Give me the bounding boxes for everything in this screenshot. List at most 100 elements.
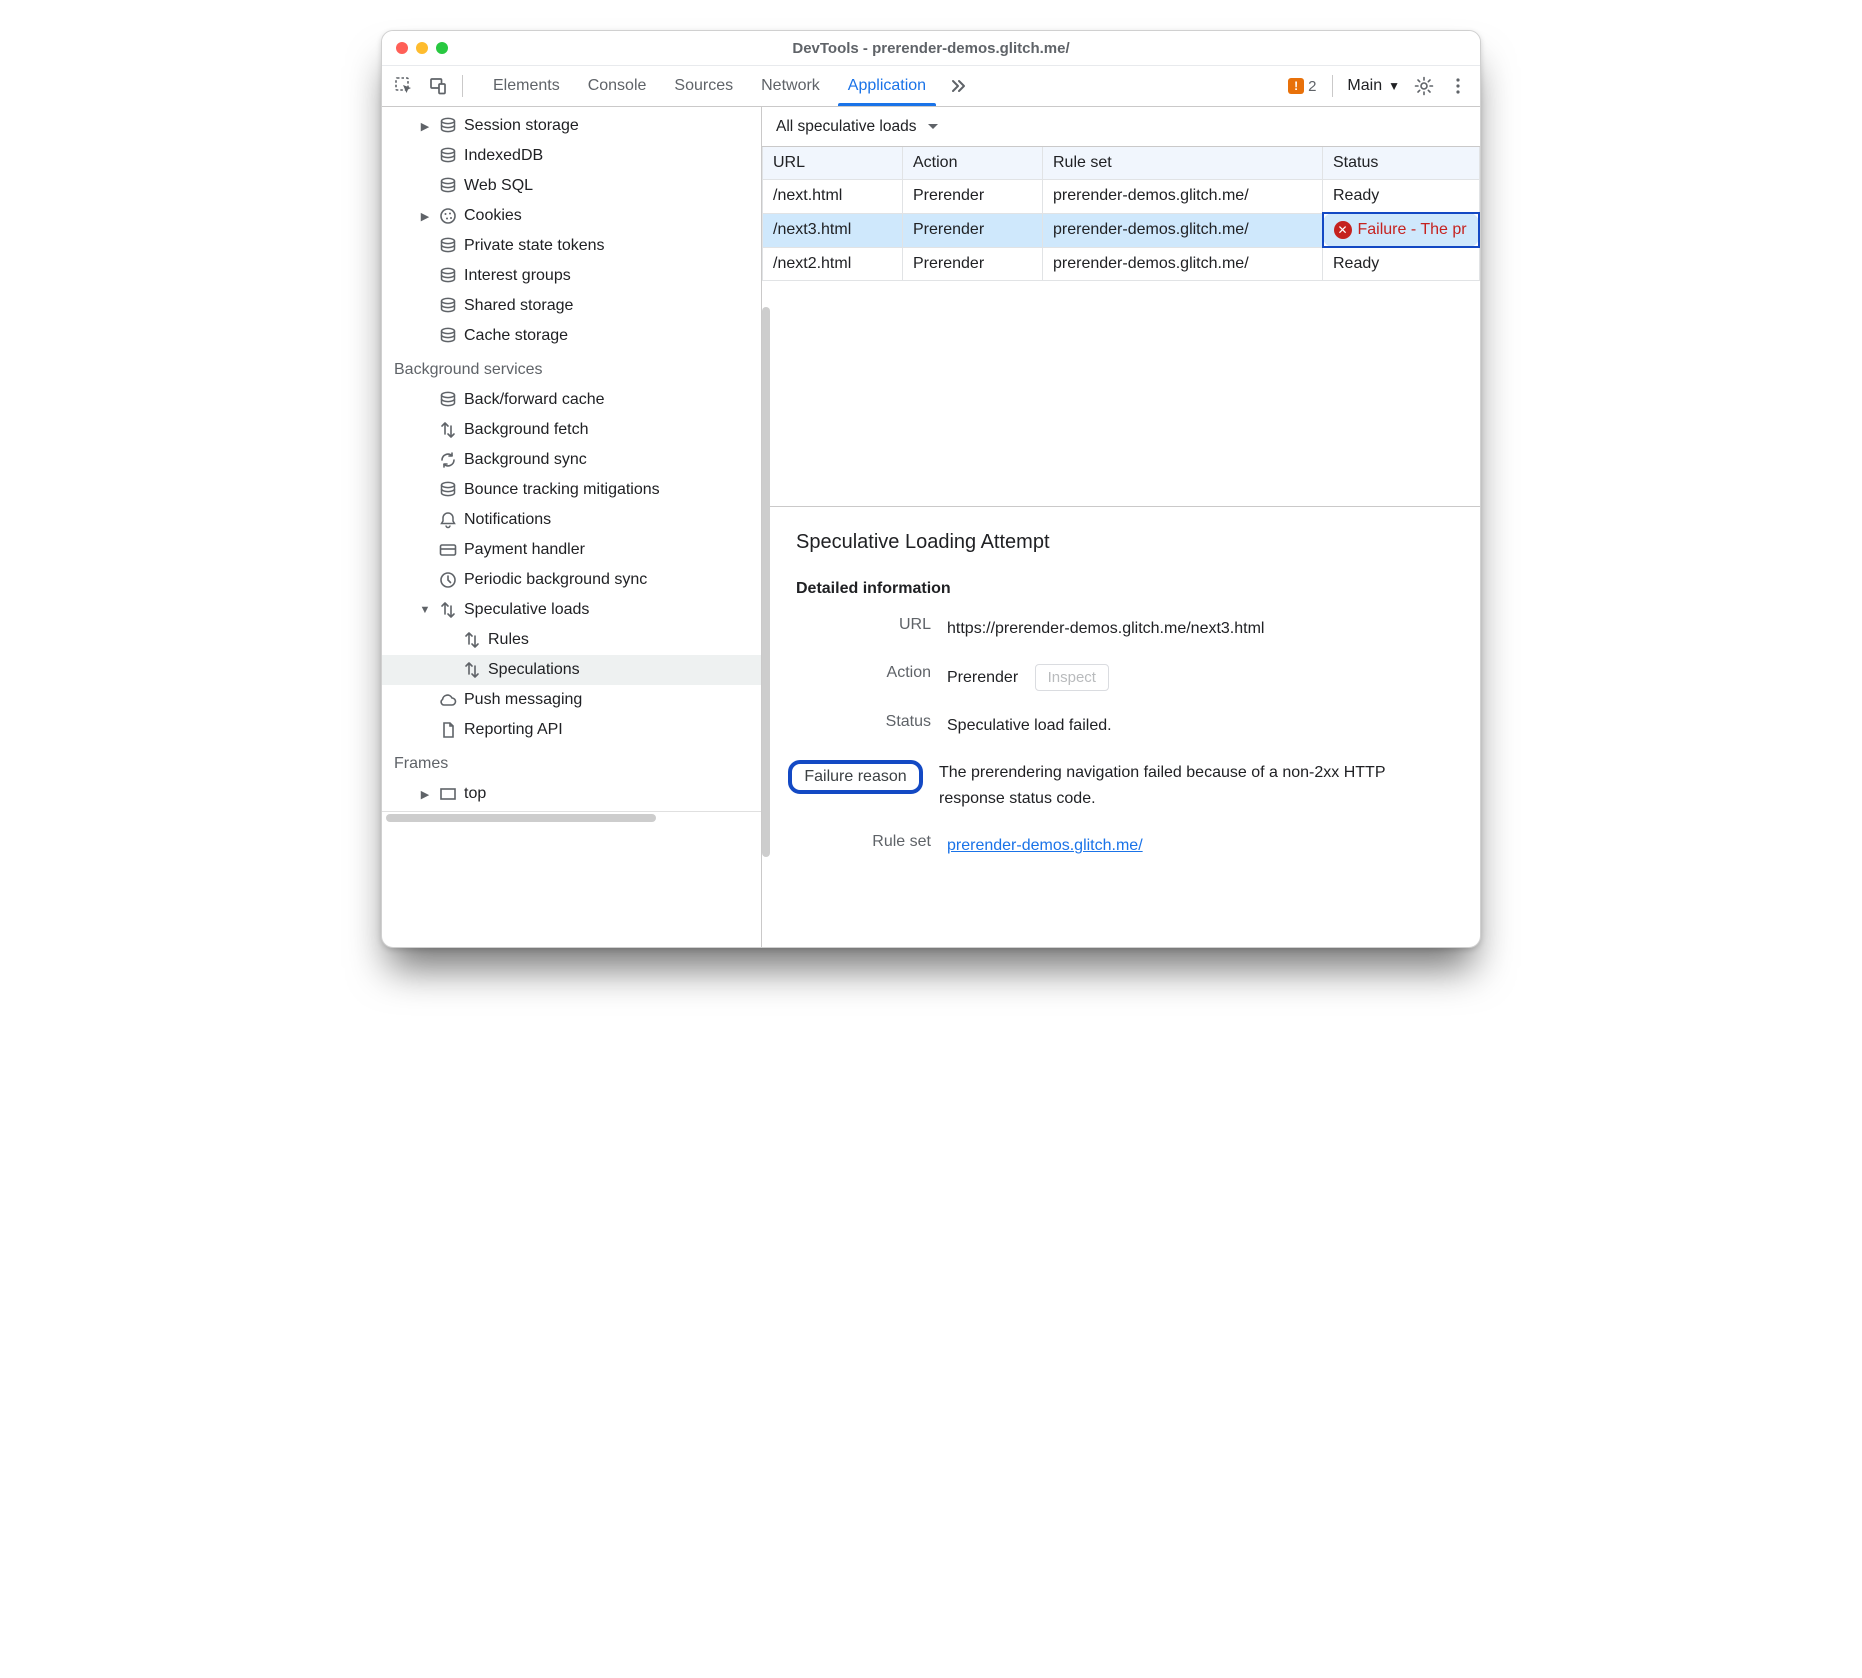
devtools-window: DevTools - prerender-demos.glitch.me/ El… <box>381 30 1481 948</box>
sidebar-item-label: Interest groups <box>464 267 571 285</box>
detail-failure-value: The prerendering navigation failed becau… <box>939 760 1452 811</box>
cell-status: ✕Failure - The pr <box>1323 213 1480 247</box>
sidebar-item-label: Periodic background sync <box>464 571 647 589</box>
frame-icon <box>438 784 458 804</box>
card-icon <box>438 540 458 560</box>
db-icon <box>438 176 458 196</box>
tab-sources[interactable]: Sources <box>660 66 747 106</box>
db-icon <box>438 480 458 500</box>
chevron-down-icon: ▼ <box>1388 79 1400 93</box>
column-header-status[interactable]: Status <box>1323 147 1480 180</box>
sidebar-item-session-storage[interactable]: ▶Session storage <box>382 111 761 141</box>
column-header-rule-set[interactable]: Rule set <box>1043 147 1323 180</box>
cell-ruleset: prerender-demos.glitch.me/ <box>1043 213 1323 247</box>
chevron-down-icon <box>924 118 942 136</box>
tab-application[interactable]: Application <box>834 66 940 106</box>
sidebar-item-payment-handler[interactable]: Payment handler <box>382 535 761 565</box>
sidebar-item-speculations[interactable]: Speculations <box>382 655 761 685</box>
tab-console[interactable]: Console <box>574 66 661 106</box>
cloud-icon <box>438 690 458 710</box>
application-sidebar: ▶Session storage IndexedDB Web SQL▶Cookies… <box>382 107 762 947</box>
db-icon <box>438 116 458 136</box>
sidebar-item-top[interactable]: ▶top <box>382 779 761 809</box>
sidebar-item-label: Payment handler <box>464 541 585 559</box>
sidebar-item-label: Shared storage <box>464 297 573 315</box>
cell-action: Prerender <box>903 180 1043 214</box>
updown-icon <box>438 600 458 620</box>
expand-icon[interactable]: ▶ <box>418 788 432 801</box>
column-header-url[interactable]: URL <box>763 147 903 180</box>
cell-url: /next.html <box>763 180 903 214</box>
column-header-action[interactable]: Action <box>903 147 1043 180</box>
sidebar-item-cookies[interactable]: ▶Cookies <box>382 201 761 231</box>
speculations-filter-label: All speculative loads <box>776 118 916 136</box>
sidebar-v-scrollbar[interactable] <box>762 307 770 857</box>
sidebar-item-background-fetch[interactable]: Background fetch <box>382 415 761 445</box>
sidebar-item-private-state-tokens[interactable]: Private state tokens <box>382 231 761 261</box>
settings-button[interactable] <box>1408 70 1440 102</box>
cell-url: /next3.html <box>763 213 903 247</box>
table-row[interactable]: /next2.htmlPrerenderprerender-demos.glit… <box>763 247 1480 281</box>
doc-icon <box>438 720 458 740</box>
speculations-table-area: URLActionRule setStatus /next.htmlPreren… <box>762 147 1480 507</box>
db-icon <box>438 236 458 256</box>
sidebar-section-frames: Frames <box>382 745 761 779</box>
tab-network[interactable]: Network <box>747 66 834 106</box>
cell-status: Ready <box>1323 247 1480 281</box>
sidebar-item-speculative-loads[interactable]: ▼Speculative loads <box>382 595 761 625</box>
sidebar-h-scrollbar[interactable] <box>382 811 761 823</box>
speculations-panel: All speculative loads URLActionRule setS… <box>762 107 1480 947</box>
speculations-filter[interactable]: All speculative loads <box>762 107 1480 147</box>
window-titlebar: DevTools - prerender-demos.glitch.me/ <box>382 31 1480 65</box>
sidebar-item-back-forward-cache[interactable]: Back/forward cache <box>382 385 761 415</box>
issues-button[interactable]: ! 2 <box>1280 78 1324 95</box>
sidebar-item-background-sync[interactable]: Background sync <box>382 445 761 475</box>
more-options-button[interactable] <box>1442 70 1474 102</box>
collapse-icon[interactable]: ▼ <box>418 604 432 616</box>
inspect-element-button[interactable] <box>388 70 420 102</box>
sidebar-item-periodic-background-sync[interactable]: Periodic background sync <box>382 565 761 595</box>
sidebar-item-label: Background fetch <box>464 421 589 439</box>
device-toolbar-button[interactable] <box>422 70 454 102</box>
sidebar-item-rules[interactable]: Rules <box>382 625 761 655</box>
detail-ruleset-link[interactable]: prerender-demos.glitch.me/ <box>947 837 1143 854</box>
detail-action-label: Action <box>796 664 931 682</box>
sidebar-item-label: IndexedDB <box>464 147 543 165</box>
expand-icon[interactable]: ▶ <box>418 210 432 223</box>
updown-icon <box>462 660 482 680</box>
table-row[interactable]: /next.htmlPrerenderprerender-demos.glitc… <box>763 180 1480 214</box>
sidebar-item-web-sql[interactable]: Web SQL <box>382 171 761 201</box>
detail-url-label: URL <box>796 616 931 634</box>
detail-subheading: Detailed information <box>796 580 1452 598</box>
cell-ruleset: prerender-demos.glitch.me/ <box>1043 247 1323 281</box>
cell-url: /next2.html <box>763 247 903 281</box>
sidebar-item-cache-storage[interactable]: Cache storage <box>382 321 761 351</box>
table-row[interactable]: /next3.htmlPrerenderprerender-demos.glit… <box>763 213 1480 247</box>
sidebar-item-notifications[interactable]: Notifications <box>382 505 761 535</box>
db-icon <box>438 296 458 316</box>
sidebar-item-bounce-tracking-mitigations[interactable]: Bounce tracking mitigations <box>382 475 761 505</box>
toolbar-divider <box>462 75 463 97</box>
cookie-icon <box>438 206 458 226</box>
expand-icon[interactable]: ▶ <box>418 120 432 133</box>
detail-url-value: https://prerender-demos.glitch.me/next3.… <box>947 616 1264 642</box>
sidebar-item-indexeddb[interactable]: IndexedDB <box>382 141 761 171</box>
detail-action-value: Prerender Inspect <box>947 664 1109 691</box>
toolbar-divider <box>1332 75 1333 97</box>
sidebar-item-label: Back/forward cache <box>464 391 605 409</box>
error-icon: ✕ <box>1334 221 1352 239</box>
sidebar-item-label: Rules <box>488 631 529 649</box>
sidebar-item-shared-storage[interactable]: Shared storage <box>382 291 761 321</box>
speculations-table: URLActionRule setStatus /next.htmlPreren… <box>762 147 1480 281</box>
sidebar-item-push-messaging[interactable]: Push messaging <box>382 685 761 715</box>
detail-ruleset-label: Rule set <box>796 833 931 851</box>
tab-elements[interactable]: Elements <box>479 66 574 106</box>
cell-action: Prerender <box>903 213 1043 247</box>
sidebar-item-interest-groups[interactable]: Interest groups <box>382 261 761 291</box>
speculation-detail: Speculative Loading Attempt Detailed inf… <box>762 507 1480 891</box>
issues-count: 2 <box>1308 78 1316 95</box>
inspect-button[interactable]: Inspect <box>1035 664 1109 691</box>
sidebar-item-reporting-api[interactable]: Reporting API <box>382 715 761 745</box>
frame-selector[interactable]: Main ▼ <box>1341 77 1406 95</box>
tabs-overflow-button[interactable] <box>940 66 978 106</box>
